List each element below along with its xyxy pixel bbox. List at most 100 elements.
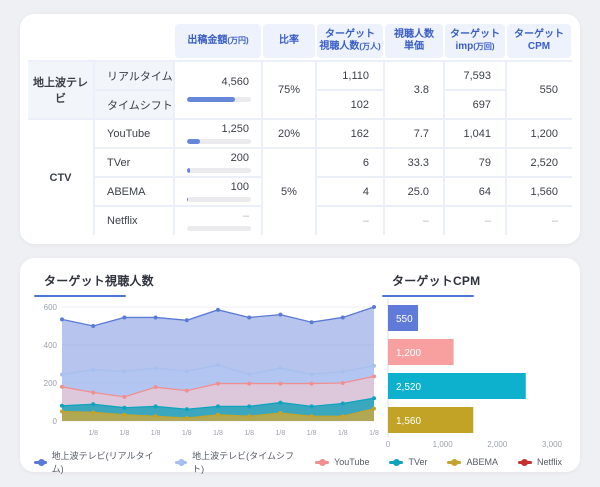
header-target-imp-unit: (万回)	[473, 42, 494, 51]
legend-label: YouTube	[334, 457, 369, 467]
cell-ratio-ctv-low: 5%	[262, 148, 316, 235]
legend-label: TVer	[408, 457, 427, 467]
table-row: CTV YouTube 1,250 20% 162 7.7 1,041 1,20…	[28, 119, 572, 148]
area-chart: 02004006001/81/81/81/81/81/81/81/81/81/8	[34, 297, 382, 449]
svg-text:600: 600	[44, 303, 58, 312]
cell-ratio-youtube: 20%	[262, 119, 316, 148]
row-label-realtime: リアルタイム	[94, 61, 174, 90]
spend-value-tver: 200	[175, 152, 261, 164]
cell-spend-tver: 200	[174, 148, 262, 177]
legend-item-3[interactable]: TVer	[389, 457, 427, 467]
svg-text:1/8: 1/8	[213, 430, 223, 437]
header-unit-price-line2: 単価	[404, 41, 424, 53]
cell-unit-price-tv: 3.8	[384, 61, 444, 119]
legend-marker-icon	[447, 461, 461, 464]
cell-spend-youtube: 1,250	[174, 119, 262, 148]
svg-text:1/8: 1/8	[338, 430, 348, 437]
svg-text:2,520: 2,520	[396, 382, 421, 393]
cell-cpm-tv: 550	[506, 61, 572, 119]
svg-text:1,000: 1,000	[433, 440, 454, 449]
legend-marker-icon	[389, 461, 403, 464]
header-target-viewers-unit: (万人)	[359, 42, 380, 51]
header-target-imp-line1: ターゲット	[450, 29, 500, 41]
bar-chart-block: ターゲットCPM 5501,2002,5201,56001,0002,0003,…	[382, 270, 578, 449]
header-ratio-label: 比率	[279, 35, 299, 47]
cell-unit-price-youtube: 7.7	[384, 119, 444, 148]
cell-spend-netflix: –	[174, 206, 262, 235]
legend-marker-icon	[175, 461, 188, 464]
cell-unit-price-netflix: –	[384, 206, 444, 235]
spend-value-tv: 4,560	[175, 76, 261, 88]
group-ctv: CTV	[28, 119, 94, 235]
cell-cpm-youtube: 1,200	[506, 119, 572, 148]
cell-unit-price-tver: 33.3	[384, 148, 444, 177]
cell-spend-abema: 100	[174, 177, 262, 206]
spend-value-netflix: –	[175, 210, 261, 222]
bar-chart-title: ターゲットCPM	[382, 270, 578, 295]
svg-text:1/8: 1/8	[276, 430, 286, 437]
cell-imp-timeshift: 697	[444, 90, 506, 119]
cell-imp-realtime: 7,593	[444, 61, 506, 90]
svg-text:1/8: 1/8	[182, 430, 192, 437]
cell-imp-abema: 64	[444, 177, 506, 206]
cell-viewers-netflix: –	[316, 206, 384, 235]
cell-cpm-tver: 2,520	[506, 148, 572, 177]
svg-text:1/8: 1/8	[151, 430, 161, 437]
legend-marker-icon	[315, 461, 329, 464]
svg-text:2,000: 2,000	[487, 440, 508, 449]
legend-label: Netflix	[537, 457, 562, 467]
header-target-viewers-line2: 視聴人数	[319, 41, 359, 52]
header-unit-price-line1: 視聴人数	[394, 29, 434, 41]
row-label-tver: TVer	[94, 148, 174, 177]
header-ratio: 比率	[262, 22, 316, 61]
svg-text:1,200: 1,200	[396, 348, 421, 359]
spend-value-abema: 100	[175, 181, 261, 193]
legend-item-5[interactable]: Netflix	[518, 457, 562, 467]
charts-card: ターゲット視聴人数 0 200 400 600 1/8 1/8 1/8 1/8 1/8 1/8 1/…	[20, 258, 580, 472]
table-row: TVer 200 5% 6 33.3 79 2,520	[28, 148, 572, 177]
legend-marker-icon	[518, 461, 532, 464]
legend-item-0[interactable]: 地上波テレビ(リアルタイム)	[34, 449, 155, 475]
spend-bar-fill	[187, 97, 235, 102]
spend-bar-tv	[187, 97, 251, 102]
header-target-cpm: ターゲットCPM	[506, 22, 572, 61]
svg-text:1/8: 1/8	[307, 430, 317, 437]
header-unit-price: 視聴人数単価	[384, 22, 444, 61]
spend-bar-fill	[187, 168, 190, 173]
legend-item-1[interactable]: 地上波テレビ(タイムシフト)	[175, 449, 296, 475]
cell-imp-netflix: –	[444, 206, 506, 235]
legend-label: 地上波テレビ(リアルタイム)	[52, 449, 155, 475]
header-blank	[28, 22, 174, 61]
legend-item-2[interactable]: YouTube	[315, 457, 369, 467]
legend-label: 地上波テレビ(タイムシフト)	[192, 449, 295, 475]
chart-legend: 地上波テレビ(リアルタイム) 地上波テレビ(タイムシフト) YouTube TVer A…	[34, 451, 562, 473]
svg-text:200: 200	[44, 379, 58, 388]
header-target-viewers: ターゲット視聴人数(万人)	[316, 22, 384, 61]
spend-bar-netflix	[187, 226, 251, 231]
svg-text:1/8: 1/8	[244, 430, 254, 437]
table-row: 地上波テレビ リアルタイム 4,560 75% 1,110 3.8 7,593 …	[28, 61, 572, 90]
cell-viewers-youtube: 162	[316, 119, 384, 148]
svg-text:1/8: 1/8	[369, 430, 379, 437]
svg-text:0: 0	[386, 440, 391, 449]
cell-imp-youtube: 1,041	[444, 119, 506, 148]
media-plan-table: 出稿金額(万円) 比率 ターゲット視聴人数(万人) 視聴人数単価 ターゲットim…	[28, 22, 572, 235]
svg-text:1/8: 1/8	[88, 430, 98, 437]
header-target-cpm-line1: ターゲット	[514, 29, 564, 41]
row-label-youtube: YouTube	[94, 119, 174, 148]
svg-text:400: 400	[44, 341, 58, 350]
svg-text:1,560: 1,560	[396, 416, 421, 427]
area-chart-block: ターゲット視聴人数 02004006001/81/81/81/81/81/81/…	[34, 270, 382, 449]
cell-cpm-abema: 1,560	[506, 177, 572, 206]
legend-label: ABEMA	[466, 457, 498, 467]
legend-item-4[interactable]: ABEMA	[447, 457, 498, 467]
header-spend-unit: (万円)	[227, 36, 248, 45]
header-target-viewers-line1: ターゲット	[325, 29, 375, 41]
header-target-imp-line2: imp	[455, 41, 473, 52]
cell-viewers-timeshift: 102	[316, 90, 384, 119]
cell-cpm-netflix: –	[506, 206, 572, 235]
header-target-cpm-line2: CPM	[528, 41, 550, 53]
spend-value-youtube: 1,250	[175, 123, 261, 135]
area-chart-title: ターゲット視聴人数	[34, 270, 382, 295]
media-plan-table-card: 出稿金額(万円) 比率 ターゲット視聴人数(万人) 視聴人数単価 ターゲットim…	[20, 14, 580, 244]
